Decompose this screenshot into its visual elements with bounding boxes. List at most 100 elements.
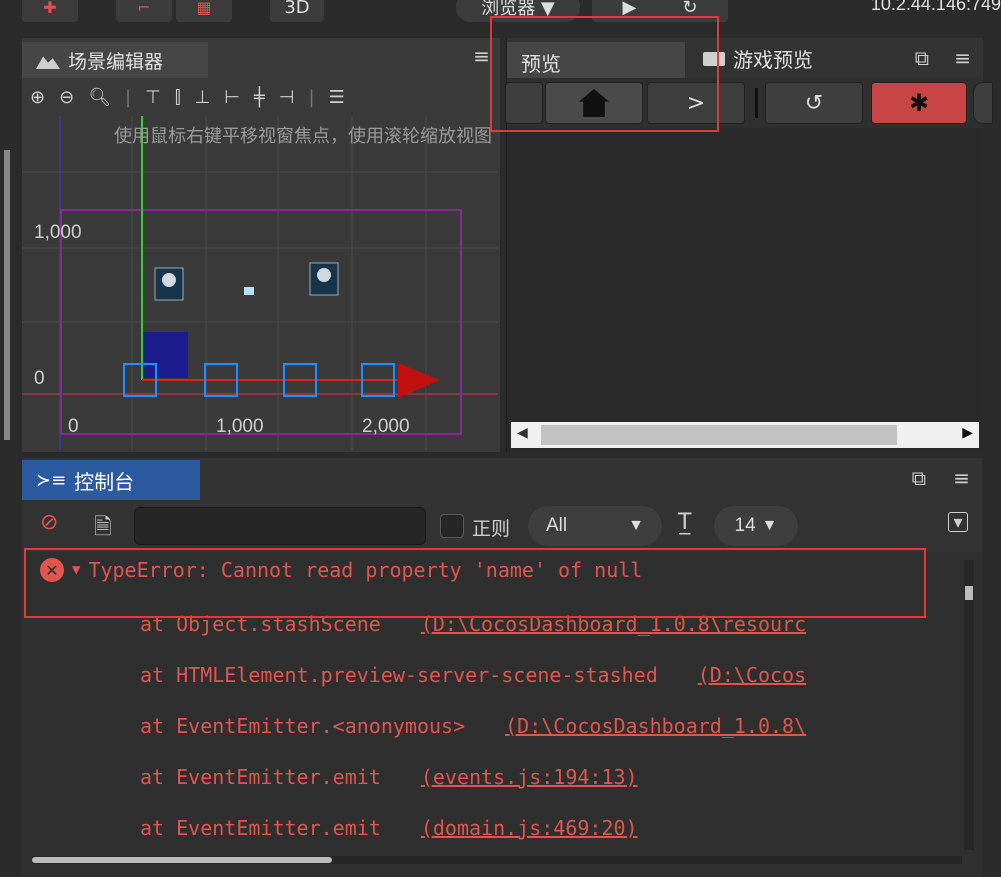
preview-ip-address: 10.2.44.146:749 bbox=[870, 0, 1001, 14]
preview-header: 预览 游戏预览 ⧉ ≡ bbox=[507, 38, 983, 78]
collapse-icon[interactable]: ▾ bbox=[948, 512, 968, 533]
x-axis-label: 0 bbox=[68, 416, 79, 437]
chevron-right-icon: > bbox=[686, 90, 706, 116]
console-panel: ≻≡ 控制台 ⧉ ≡ ⊘ 🗎︎ 正则 All ▼ T̲ 14 ▼ ▾ ✕ ▼ T… bbox=[22, 458, 982, 877]
regex-checkbox[interactable] bbox=[440, 514, 464, 538]
scene-toolbar: ⊕ ⊖ 🔍︎ | ⊤ ⫿ ⊥ ⊢ ╪ ⊣ | ☰ bbox=[22, 78, 500, 116]
stack-location-link[interactable]: (D:\CocosDashboard_1.0.8\resourc bbox=[421, 612, 806, 636]
stack-text: at EventEmitter.emit bbox=[140, 816, 381, 840]
stack-line: at EventEmitter.emit (events.js:194:13) bbox=[140, 765, 638, 789]
stack-location-link[interactable]: (events.js:194:13) bbox=[421, 765, 638, 789]
open-log-icon[interactable]: 🗎︎ bbox=[94, 510, 112, 548]
device-select-button[interactable] bbox=[505, 82, 543, 124]
preview-menu-icon[interactable]: ≡ bbox=[954, 46, 971, 70]
console-header: ≻≡ 控制台 ⧉ ≡ bbox=[22, 458, 982, 500]
more-button[interactable] bbox=[973, 82, 993, 124]
debug-button[interactable]: ✱ bbox=[871, 82, 967, 124]
stack-location-link[interactable]: (D:\CocosDashboard_1.0.8\ bbox=[505, 714, 806, 738]
bug-icon: ✱ bbox=[908, 89, 930, 117]
distribute-icon[interactable]: ☰ bbox=[329, 87, 345, 108]
popout-icon[interactable]: ⧉ bbox=[915, 46, 929, 70]
stack-text: at EventEmitter.emit bbox=[140, 765, 381, 789]
console-toolbar: ⊘ 🗎︎ 正则 All ▼ T̲ 14 ▼ ▾ bbox=[22, 500, 982, 552]
home-icon bbox=[579, 89, 609, 117]
console-tab-label: 控制台 bbox=[74, 469, 135, 494]
preview-tab-label: 预览 bbox=[521, 52, 561, 76]
local-global-button[interactable]: ▦ bbox=[176, 0, 232, 22]
separator: | bbox=[308, 86, 315, 108]
play-button[interactable]: ▶ ↻ bbox=[592, 0, 728, 22]
stack-location-link[interactable]: (domain.js:469:20) bbox=[421, 816, 638, 840]
align-bottom-icon[interactable]: ⊥ bbox=[195, 87, 211, 108]
console-menu-icon[interactable]: ≡ bbox=[953, 466, 970, 490]
scene-editor-panel: 场景编辑器 ≡ ⊕ ⊖ 🔍︎ | ⊤ ⫿ ⊥ ⊢ ╪ ⊣ | ☰ 使用鼠标右键平… bbox=[22, 38, 500, 452]
scrollbar-thumb[interactable] bbox=[32, 857, 332, 863]
align-hcenter-icon[interactable]: ╪ bbox=[254, 87, 265, 108]
tab-console[interactable]: ≻≡ 控制台 bbox=[22, 460, 200, 500]
preview-toolbar: > ↺ ✱ bbox=[505, 78, 993, 128]
tab-game-preview[interactable]: 游戏预览 bbox=[703, 44, 813, 73]
scene-tab-label: 场景编辑器 bbox=[68, 50, 164, 73]
tab-scene-editor[interactable]: 场景编辑器 bbox=[22, 42, 208, 78]
toolbar-separator bbox=[755, 88, 758, 118]
stack-line: at EventEmitter.emit (domain.js:469:20) bbox=[140, 816, 638, 840]
separator: | bbox=[125, 86, 132, 108]
preview-panel: 预览 游戏预览 ⧉ ≡ > ↺ ✱ ◀ ▶ bbox=[505, 38, 993, 452]
stack-line: at EventEmitter.<anonymous> (D:\CocosDash… bbox=[140, 714, 806, 738]
popout-icon[interactable]: ⧉ bbox=[912, 466, 926, 490]
console-log: ✕ ▼ TypeError: Cannot read property 'nam… bbox=[22, 552, 982, 857]
scene-canvas bbox=[22, 116, 498, 450]
font-size-icon: T̲ bbox=[678, 510, 692, 535]
y-axis-label: 1,000 bbox=[34, 222, 82, 243]
scrollbar-thumb[interactable] bbox=[965, 586, 973, 600]
y-axis-label: 0 bbox=[34, 368, 45, 389]
move-tool-button[interactable]: ✚ bbox=[22, 0, 78, 22]
error-log-entry[interactable]: ✕ ▼ TypeError: Cannot read property 'nam… bbox=[40, 558, 642, 582]
reload-button[interactable]: ↺ bbox=[765, 82, 863, 124]
3d-label: 3D bbox=[284, 0, 310, 18]
zoom-out-icon[interactable]: ⊖ bbox=[59, 87, 74, 108]
top-toolbar: ✚ ⌐ ▦ 3D 浏览器 ▼ ▶ ↻ 10.2.44.146:749 bbox=[0, 0, 1001, 38]
camera-icon bbox=[703, 51, 725, 66]
game-preview-tab-label: 游戏预览 bbox=[733, 48, 813, 72]
scroll-left-icon[interactable]: ◀ bbox=[517, 425, 528, 441]
x-axis-label: 2,000 bbox=[362, 416, 410, 437]
home-button[interactable] bbox=[545, 82, 643, 124]
log-level-select[interactable]: All ▼ bbox=[528, 506, 662, 546]
reload-icon: ↺ bbox=[804, 90, 824, 116]
chevron-down-icon: ▼ bbox=[761, 517, 778, 534]
align-top-icon[interactable]: ⊤ bbox=[145, 87, 161, 108]
refresh-icon: ↻ bbox=[682, 0, 698, 18]
stack-text: at Object.stashScene bbox=[140, 612, 381, 636]
scrollbar-thumb[interactable] bbox=[541, 425, 897, 445]
stack-text: at HTMLElement.preview-server-scene-stas… bbox=[140, 663, 658, 687]
align-vcenter-icon[interactable]: ⫿ bbox=[175, 87, 181, 108]
chevron-down-icon: ▼ bbox=[628, 517, 644, 534]
console-filter-input[interactable] bbox=[134, 507, 426, 545]
3d-toggle-button[interactable]: 3D bbox=[270, 0, 324, 22]
console-horizontal-scrollbar[interactable] bbox=[32, 856, 962, 864]
scroll-right-icon[interactable]: ▶ bbox=[962, 425, 973, 441]
browser-select[interactable]: 浏览器 ▼ bbox=[456, 0, 580, 22]
pivot-tool-button[interactable]: ⌐ bbox=[116, 0, 172, 22]
tab-preview[interactable]: 预览 bbox=[507, 42, 685, 78]
regex-label: 正则 bbox=[472, 518, 511, 540]
next-button[interactable]: > bbox=[647, 82, 745, 124]
font-size-value: 14 bbox=[734, 515, 756, 536]
left-panel-scrollbar[interactable] bbox=[4, 150, 10, 440]
preview-horizontal-scrollbar[interactable]: ◀ ▶ bbox=[511, 422, 979, 448]
zoom-in-icon[interactable]: ⊕ bbox=[30, 87, 45, 108]
zoom-reset-icon[interactable]: 🔍︎ bbox=[88, 87, 111, 108]
stack-line: at HTMLElement.preview-server-scene-stas… bbox=[140, 663, 806, 687]
expand-arrow-icon[interactable]: ▼ bbox=[72, 562, 80, 578]
console-vertical-scrollbar[interactable] bbox=[964, 560, 974, 850]
clear-icon[interactable]: ⊘ bbox=[40, 510, 58, 535]
stack-location-link[interactable]: (D:\Cocos bbox=[698, 663, 806, 687]
align-left-icon[interactable]: ⊢ bbox=[224, 87, 240, 108]
error-message: TypeError: Cannot read property 'name' o… bbox=[88, 558, 643, 582]
stack-text: at EventEmitter.<anonymous> bbox=[140, 714, 466, 738]
scene-viewport[interactable]: 使用鼠标右键平移视窗焦点，使用滚轮缩放视图 1,000 0 0 1,000 2,… bbox=[22, 116, 498, 450]
font-size-select[interactable]: 14 ▼ bbox=[714, 506, 798, 546]
scene-menu-icon[interactable]: ≡ bbox=[473, 44, 490, 68]
align-right-icon[interactable]: ⊣ bbox=[279, 87, 295, 108]
